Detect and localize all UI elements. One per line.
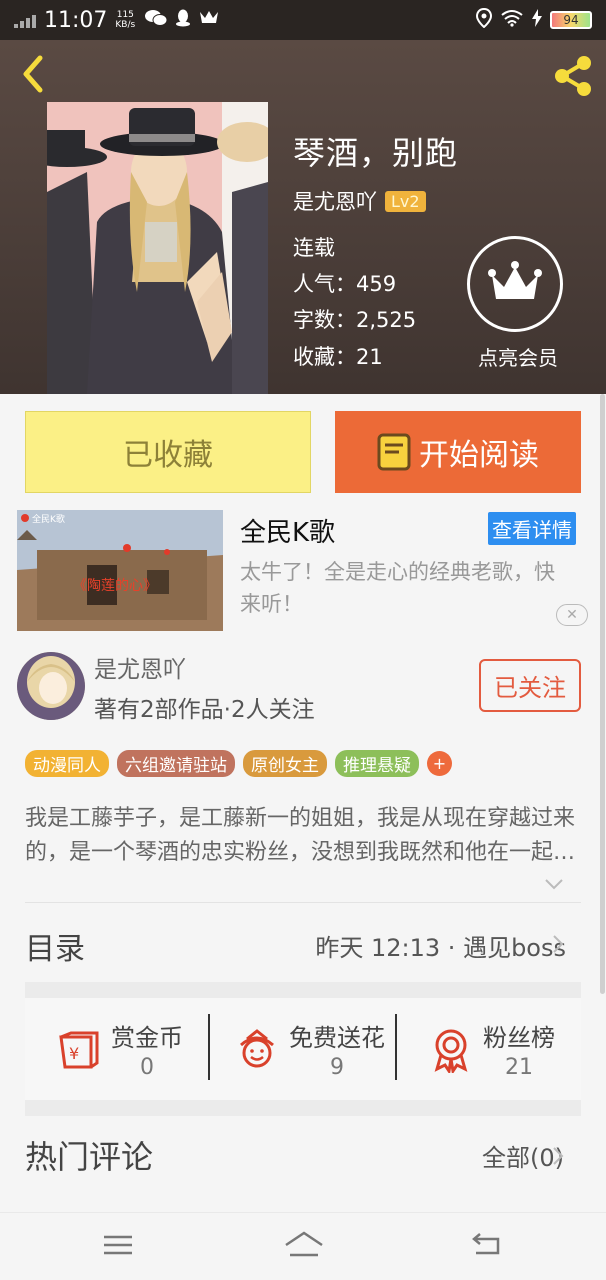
ad-image-logo: 全民K歌	[32, 513, 65, 525]
divider	[208, 1014, 210, 1080]
location-icon	[475, 7, 493, 32]
network-speed-unit: KB/s	[115, 20, 136, 30]
book-cover[interactable]	[47, 102, 268, 394]
menu-icon	[104, 1235, 132, 1255]
red-envelope-icon: ¥	[59, 1031, 99, 1069]
chevron-left-icon	[23, 55, 43, 93]
ad-description[interactable]: 太牛了！全是走心的经典老歌，快来听！	[240, 556, 570, 620]
toc-label: 目录	[25, 932, 85, 967]
back-button[interactable]	[18, 54, 54, 94]
ad-image[interactable]: 《陶莲的心》 全民K歌	[17, 510, 223, 631]
svg-text:¥: ¥	[69, 1044, 79, 1063]
share-button[interactable]	[550, 54, 596, 100]
avatar-image	[17, 652, 85, 720]
qq-icon	[175, 9, 191, 31]
divider	[25, 902, 581, 903]
reward-coins-button[interactable]: ¥ 赏金币 0	[55, 998, 183, 1100]
author-card: 是尤恩吖 著有2部作品·2人关注 已关注	[0, 640, 606, 740]
home-button[interactable]	[283, 1229, 323, 1261]
action-buttons: 已收藏 开始阅读	[0, 394, 606, 504]
ad-image-caption: 《陶莲的心》	[73, 578, 157, 594]
follow-label: 已关注	[494, 674, 566, 702]
tag-item[interactable]: 原创女主	[243, 750, 327, 777]
back-nav-button[interactable]	[468, 1229, 508, 1261]
battery-percent: 94	[563, 13, 579, 27]
status-bar: 11:07 115 KB/s 94	[0, 0, 606, 40]
crown-icon	[488, 261, 542, 299]
fan-ranking-label: 粉丝榜	[483, 1024, 555, 1052]
toc-latest-chapter: 昨天 12:13 · 遇见boss	[315, 934, 566, 962]
stats-row: ¥ 赏金币 0 免费送花 9 粉丝榜 21	[25, 998, 581, 1100]
share-icon	[555, 56, 591, 96]
avatar[interactable]	[17, 652, 85, 720]
send-flower-label: 免费送花	[289, 1024, 385, 1052]
book-icon	[377, 433, 411, 471]
book-word-count: 字数：2,525	[293, 308, 417, 332]
charging-icon	[532, 9, 542, 31]
expand-intro-button[interactable]	[544, 876, 564, 890]
status-time: 11:07	[44, 7, 108, 33]
book-header: 琴酒，别跑 是尤恩吖 Lv2 连载 人气：459 字数：2,525 收藏：21 …	[0, 40, 606, 394]
more-tags-button[interactable]: +	[427, 751, 452, 776]
chevron-down-icon	[545, 879, 563, 890]
ad-banner[interactable]: 《陶莲的心》 全民K歌 全民K歌 查看详情 太牛了！全是走心的经典老歌，快来听！…	[0, 504, 606, 634]
system-nav-bar	[0, 1212, 606, 1280]
chevron-right-icon	[552, 1146, 564, 1166]
level-badge: Lv2	[385, 190, 426, 212]
book-popularity: 人气：459	[293, 272, 397, 296]
scrollbar[interactable]	[600, 394, 605, 994]
menu-button[interactable]	[100, 1229, 140, 1261]
author-card-works: 著有2部作品·2人关注	[94, 697, 315, 723]
reward-coins-value: 0	[140, 1055, 154, 1080]
send-flower-button[interactable]: 免费送花 9	[233, 998, 385, 1100]
book-intro[interactable]: 我是工藤芋子，是工藤新一的姐姐，我是从现在穿越过来的，是一个琴酒的忠实粉丝，没想…	[25, 802, 581, 870]
book-title: 琴酒，别跑	[293, 134, 459, 172]
toc-row[interactable]: 目录 昨天 12:13 · 遇见boss	[0, 904, 606, 982]
tag-item[interactable]: 六组邀请驻站	[117, 750, 235, 777]
hot-comments-label: 热门评论	[25, 1138, 154, 1176]
vip-button[interactable]	[467, 236, 563, 332]
author-name[interactable]: 是尤恩吖	[293, 186, 377, 216]
chevron-right-icon	[552, 934, 564, 954]
favorite-label: 已收藏	[123, 438, 213, 473]
follow-button[interactable]: 已关注	[479, 659, 581, 712]
crown-icon	[199, 9, 219, 31]
tag-item[interactable]: 动漫同人	[25, 750, 109, 777]
notification-icons	[145, 9, 219, 31]
favorite-button[interactable]: 已收藏	[25, 411, 311, 493]
ad-picture: 《陶莲的心》 全民K歌	[17, 510, 223, 631]
author-card-name[interactable]: 是尤恩吖	[94, 650, 186, 684]
wifi-icon	[500, 9, 524, 31]
hot-comments-row[interactable]: 热门评论 全部(0)	[0, 1116, 606, 1196]
ad-close-button[interactable]: ✕	[556, 604, 588, 626]
vip-label[interactable]: 点亮会员	[478, 342, 558, 371]
tag-item[interactable]: 推理悬疑	[335, 750, 419, 777]
tag-list: 动漫同人 六组邀请驻站 原创女主 推理悬疑 +	[25, 750, 452, 777]
wechat-icon	[145, 9, 168, 31]
divider	[395, 1014, 397, 1080]
section-separator	[25, 1100, 581, 1116]
ad-title[interactable]: 全民K歌	[240, 512, 335, 549]
book-status: 连载	[293, 236, 335, 260]
home-icon	[285, 1231, 323, 1257]
return-icon	[472, 1233, 500, 1255]
author-row: 是尤恩吖 Lv2	[293, 186, 426, 216]
medal-icon	[434, 1029, 468, 1073]
start-reading-button[interactable]: 开始阅读	[335, 411, 581, 493]
book-favorites: 收藏：21	[293, 345, 383, 369]
start-reading-label: 开始阅读	[419, 438, 539, 473]
cover-illustration	[47, 102, 268, 394]
fan-ranking-button[interactable]: 粉丝榜 21	[427, 998, 555, 1100]
network-speed-value: 115	[116, 10, 134, 20]
battery-icon: 94	[550, 11, 592, 29]
flower-icon	[240, 1029, 274, 1068]
section-separator	[25, 982, 581, 998]
signal-icon	[14, 12, 36, 28]
ad-detail-button[interactable]: 查看详情	[488, 512, 576, 545]
fan-ranking-value: 21	[505, 1055, 533, 1080]
network-speed: 115 KB/s	[115, 10, 135, 30]
reward-coins-label: 赏金币	[111, 1024, 183, 1052]
send-flower-value: 9	[330, 1055, 344, 1080]
